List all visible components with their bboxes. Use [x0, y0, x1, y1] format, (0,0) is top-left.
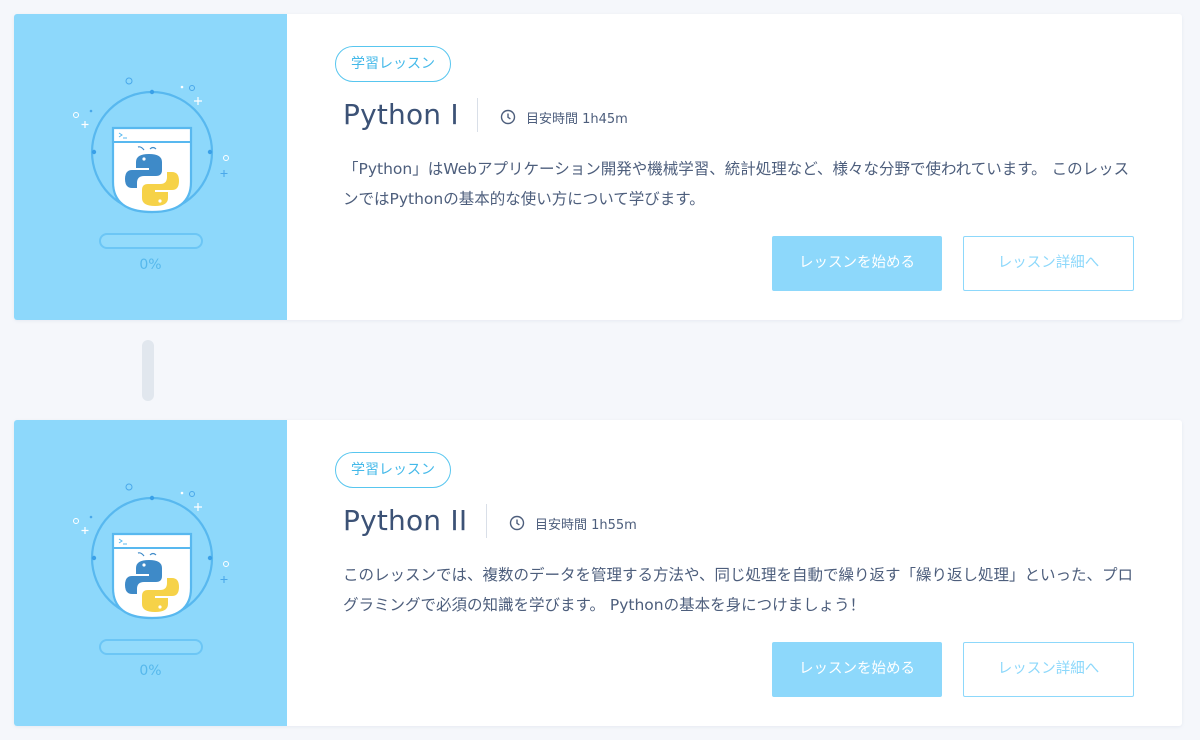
lesson-type-badge: 学習レッスン	[335, 452, 451, 488]
progress-label: 0%	[139, 663, 162, 679]
lesson-content: 学習レッスン Python II 目安時間 1h55m このレッスンでは、複数の…	[287, 420, 1182, 726]
python-lesson-illustration-icon	[73, 483, 229, 620]
lesson-detail-button[interactable]: レッスン詳細へ	[963, 642, 1134, 697]
estimated-time-text: 目安時間 1h55m	[535, 517, 637, 533]
lesson-title[interactable]: Python II	[343, 504, 467, 537]
lesson-description: このレッスンでは、複数のデータを管理する方法や、同じ処理を自動で繰り返す「繰り返…	[343, 566, 1134, 614]
lesson-title[interactable]: Python I	[343, 98, 459, 131]
lesson-visual: 0%	[14, 420, 287, 726]
clock-icon	[509, 515, 525, 531]
lesson-description: 「Python」はWebアプリケーション開発や機械学習、統計処理など、様々な分野…	[343, 160, 1130, 208]
progress-bar	[99, 639, 203, 655]
estimated-time: 目安時間 1h45m	[500, 107, 628, 127]
estimated-time-text: 目安時間 1h45m	[526, 111, 628, 127]
lesson-type-badge: 学習レッスン	[335, 46, 451, 82]
lesson-card: 0% 学習レッスン Python I 目安時間 1h45m 「Python」はW…	[14, 14, 1182, 320]
clock-icon	[500, 109, 516, 125]
estimated-time: 目安時間 1h55m	[509, 513, 637, 533]
lesson-detail-button[interactable]: レッスン詳細へ	[963, 236, 1134, 291]
progress-bar	[99, 233, 203, 249]
start-lesson-button[interactable]: レッスンを始める	[772, 236, 942, 291]
lesson-list-page: 0% 学習レッスン Python I 目安時間 1h45m 「Python」はW…	[0, 0, 1200, 740]
lesson-content: 学習レッスン Python I 目安時間 1h45m 「Python」はWebア…	[287, 14, 1182, 320]
lesson-connector	[142, 340, 154, 401]
title-divider	[477, 98, 478, 132]
lesson-visual: 0%	[14, 14, 287, 320]
progress-label: 0%	[139, 257, 162, 273]
lesson-card: 0% 学習レッスン Python II 目安時間 1h55m このレッスンでは、…	[14, 420, 1182, 726]
title-divider	[486, 504, 487, 538]
python-lesson-illustration-icon	[73, 77, 229, 214]
start-lesson-button[interactable]: レッスンを始める	[772, 642, 942, 697]
